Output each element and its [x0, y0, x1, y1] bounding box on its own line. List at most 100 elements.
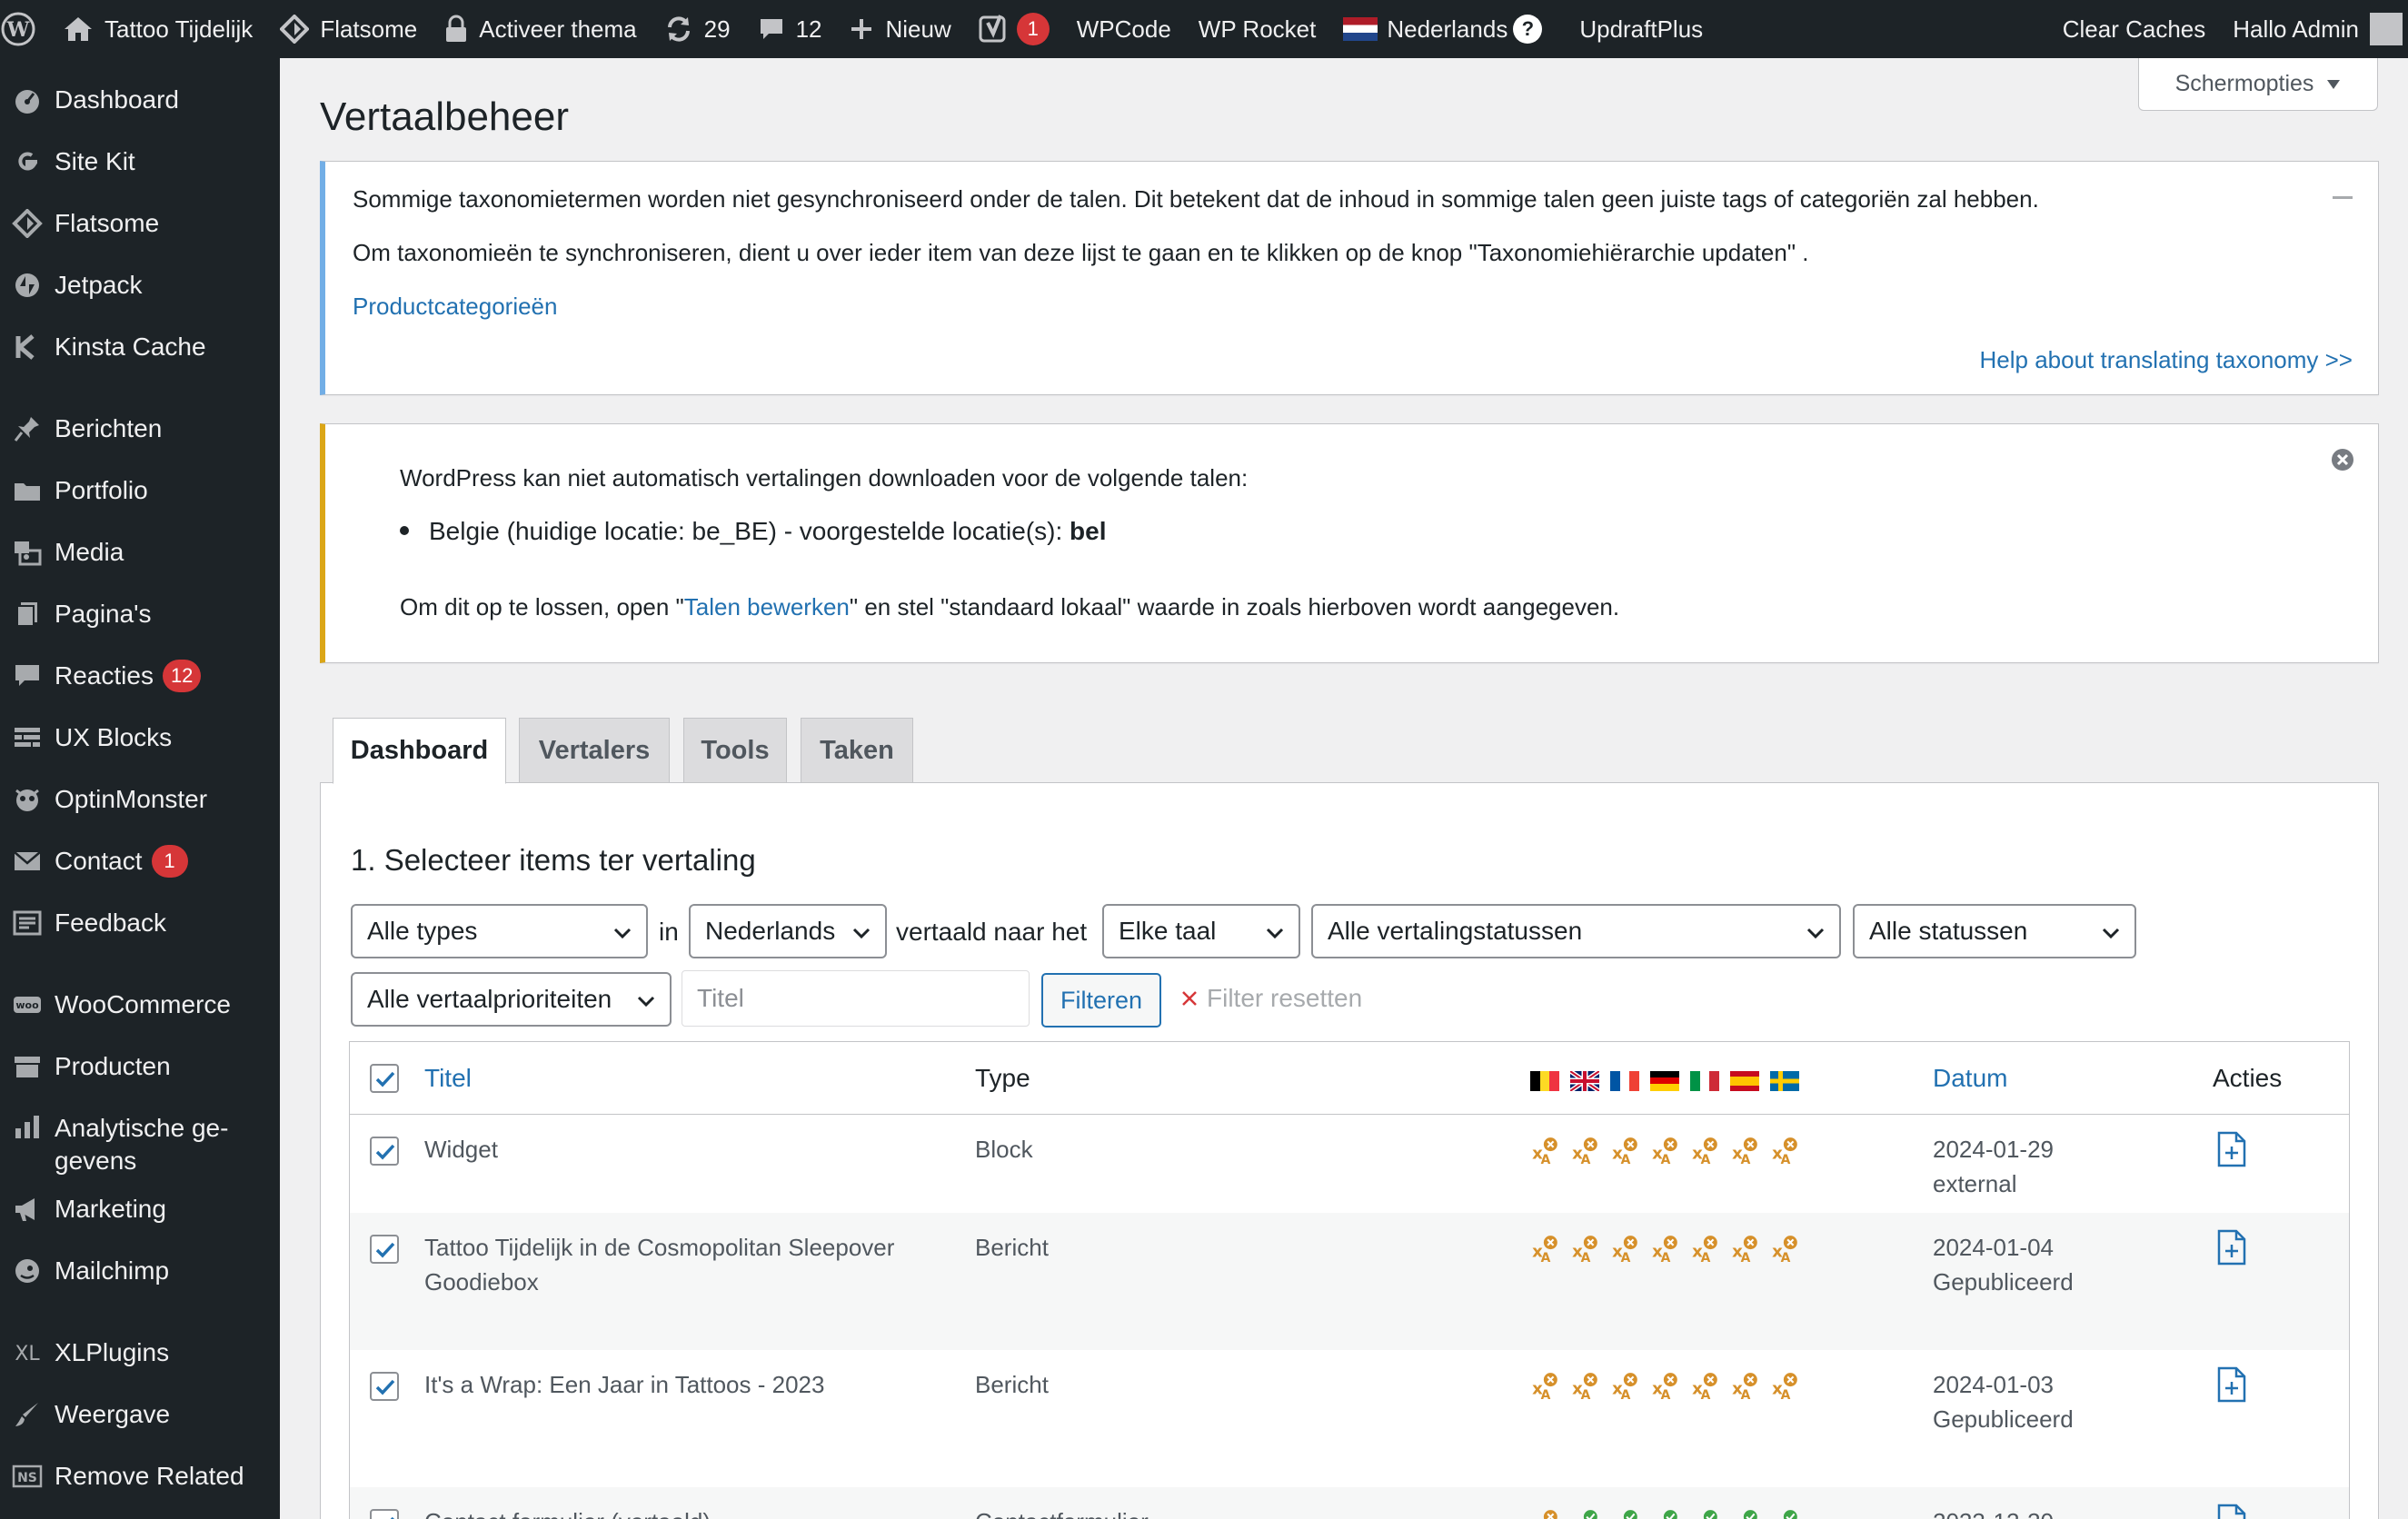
translation-needed-icon[interactable]: xA [1609, 1136, 1642, 1165]
translation-needed-icon[interactable]: xA [1529, 1371, 1562, 1400]
sidebar-item-reacties[interactable]: Reacties 12 [0, 660, 280, 692]
sidebar-item-flatsome[interactable]: Flatsome [0, 207, 280, 240]
tab-tools[interactable]: Tools [683, 718, 787, 783]
sidebar-item-dashboard[interactable]: Dashboard [0, 84, 280, 116]
translation-complete-icon[interactable]: xA [1769, 1508, 1802, 1519]
translation-complete-icon[interactable]: xA [1729, 1508, 1762, 1519]
translation-needed-icon[interactable]: xA [1689, 1371, 1722, 1400]
sidebar-item-weergave[interactable]: Weergave [0, 1398, 280, 1431]
clear-caches-link[interactable]: Clear Caches [2049, 0, 2220, 58]
translation-needed-icon[interactable]: xA [1529, 1508, 1562, 1519]
language-switcher[interactable]: Nederlands ? [1329, 0, 1556, 58]
comments-link[interactable]: 12 [744, 0, 836, 58]
sidebar-item-analytische-ge[interactable]: Analytische ge-gevens [0, 1112, 280, 1177]
item-title[interactable]: Contact formulier (vertaald) [424, 1504, 933, 1519]
sidebar-item-pagina-s[interactable]: Pagina's [0, 598, 280, 630]
yoast-link[interactable]: 1 [965, 0, 1063, 58]
translation-needed-icon[interactable]: xA [1649, 1234, 1682, 1263]
translation-needed-icon[interactable]: xA [1609, 1234, 1642, 1263]
wordpress-logo-button[interactable]: W [0, 0, 49, 58]
priority-select[interactable]: Alle vertaalprioriteiten [351, 972, 672, 1027]
sidebar-item-xlplugins[interactable]: XL XLPlugins [0, 1336, 280, 1369]
wpcode-link[interactable]: WPCode [1063, 0, 1185, 58]
sidebar-item-woocommerce[interactable]: woo WooCommerce [0, 988, 280, 1021]
translation-needed-icon[interactable]: xA [1689, 1234, 1722, 1263]
sidebar-item-media[interactable]: Media [0, 536, 280, 569]
translation-needed-icon[interactable]: xA [1529, 1234, 1562, 1263]
item-date-value: 2023-12-30 [1933, 1508, 2054, 1519]
translation-status-select[interactable]: Alle vertalingstatussen [1311, 904, 1841, 958]
new-content-link[interactable]: Nieuw [835, 0, 964, 58]
tab-dashboard[interactable]: Dashboard [333, 718, 506, 784]
type-select[interactable]: Alle types [351, 904, 648, 958]
product-categories-link[interactable]: Productcategorieën [353, 293, 557, 321]
item-title[interactable]: Widget [424, 1132, 933, 1167]
sidebar-item-feedback[interactable]: Feedback [0, 907, 280, 939]
wprocket-link[interactable]: WP Rocket [1185, 0, 1330, 58]
translation-complete-icon[interactable]: xA [1569, 1508, 1602, 1519]
site-name-link[interactable]: Tattoo Tijdelijk [49, 0, 266, 58]
add-translation-icon[interactable] [2216, 1131, 2247, 1167]
sidebar-item-berichten[interactable]: Berichten [0, 412, 280, 445]
sidebar-item-producten[interactable]: Producten [0, 1050, 280, 1083]
translation-needed-icon[interactable]: xA [1729, 1234, 1762, 1263]
sidebar-item-ux-blocks[interactable]: UX Blocks [0, 721, 280, 754]
help-icon[interactable]: ? [1513, 15, 1543, 44]
select-all-checkbox[interactable] [370, 1064, 399, 1093]
row-checkbox[interactable] [370, 1235, 399, 1264]
add-translation-icon[interactable] [2216, 1504, 2247, 1519]
dismiss-icon[interactable] [2331, 448, 2354, 472]
sidebar-item-contact[interactable]: Contact 1 [0, 845, 280, 878]
sidebar-item-portfolio[interactable]: Portfolio [0, 474, 280, 507]
translation-complete-icon[interactable]: xA [1649, 1508, 1682, 1519]
sidebar-item-marketing[interactable]: Marketing [0, 1193, 280, 1226]
sidebar-item-mailchimp[interactable]: Mailchimp [0, 1255, 280, 1287]
title-column-header[interactable]: Titel [424, 1064, 472, 1093]
updraftplus-link[interactable]: UpdraftPlus [1556, 0, 1716, 58]
translation-needed-icon[interactable]: xA [1569, 1234, 1602, 1263]
theme-link[interactable]: Flatsome [266, 0, 431, 58]
collapse-icon[interactable] [2333, 196, 2353, 200]
translation-needed-icon[interactable]: xA [1649, 1371, 1682, 1400]
help-taxonomy-link[interactable]: Help about translating taxonomy >> [1980, 346, 2353, 374]
translation-needed-icon[interactable]: xA [1729, 1371, 1762, 1400]
translation-needed-icon[interactable]: xA [1569, 1371, 1602, 1400]
row-checkbox[interactable] [370, 1137, 399, 1166]
row-checkbox[interactable] [370, 1509, 399, 1519]
target-language-select[interactable]: Elke taal [1102, 904, 1300, 958]
translation-needed-icon[interactable]: xA [1689, 1136, 1722, 1165]
translation-needed-icon[interactable]: xA [1769, 1136, 1802, 1165]
translation-needed-icon[interactable]: xA [1609, 1371, 1642, 1400]
filter-button[interactable]: Filteren [1041, 973, 1161, 1028]
tab-taken[interactable]: Taken [801, 718, 913, 783]
item-title[interactable]: Tattoo Tijdelijk in de Cosmopolitan Slee… [424, 1230, 933, 1299]
date-column-header[interactable]: Datum [1933, 1064, 2007, 1093]
add-translation-icon[interactable] [2216, 1229, 2247, 1266]
sidebar-item-jetpack[interactable]: Jetpack [0, 269, 280, 302]
translation-needed-icon[interactable]: xA [1529, 1136, 1562, 1165]
translation-needed-icon[interactable]: xA [1649, 1136, 1682, 1165]
translation-needed-icon[interactable]: xA [1769, 1234, 1802, 1263]
item-title[interactable]: It's a Wrap: Een Jaar in Tattoos - 2023 [424, 1367, 933, 1402]
activate-theme-link[interactable]: Activeer thema [431, 0, 650, 58]
post-status-select[interactable]: Alle statussen [1853, 904, 2136, 958]
translation-needed-icon[interactable]: xA [1729, 1136, 1762, 1165]
reset-filter-link[interactable]: Filter resetten [1181, 984, 1362, 1013]
edit-languages-link[interactable]: Talen bewerken [684, 593, 850, 621]
add-translation-icon[interactable] [2216, 1366, 2247, 1403]
title-search-input[interactable]: Titel [682, 970, 1030, 1027]
source-language-select[interactable]: Nederlands [689, 904, 887, 958]
sidebar-item-optinmonster[interactable]: OptinMonster [0, 783, 280, 816]
sidebar-item-kinsta-cache[interactable]: Kinsta Cache [0, 331, 280, 363]
account-menu[interactable]: Hallo Admin [2219, 0, 2408, 58]
translation-complete-icon[interactable]: xA [1609, 1508, 1642, 1519]
sidebar-item-remove-related[interactable]: NS Remove Related [0, 1460, 280, 1493]
row-checkbox[interactable] [370, 1372, 399, 1401]
translation-complete-icon[interactable]: xA [1689, 1508, 1722, 1519]
updates-link[interactable]: 29 [651, 0, 744, 58]
screen-options-button[interactable]: Schermopties [2138, 58, 2378, 111]
translation-needed-icon[interactable]: xA [1569, 1136, 1602, 1165]
translation-needed-icon[interactable]: xA [1769, 1371, 1802, 1400]
tab-vertalers[interactable]: Vertalers [519, 718, 670, 783]
sidebar-item-site-kit[interactable]: Site Kit [0, 145, 280, 178]
